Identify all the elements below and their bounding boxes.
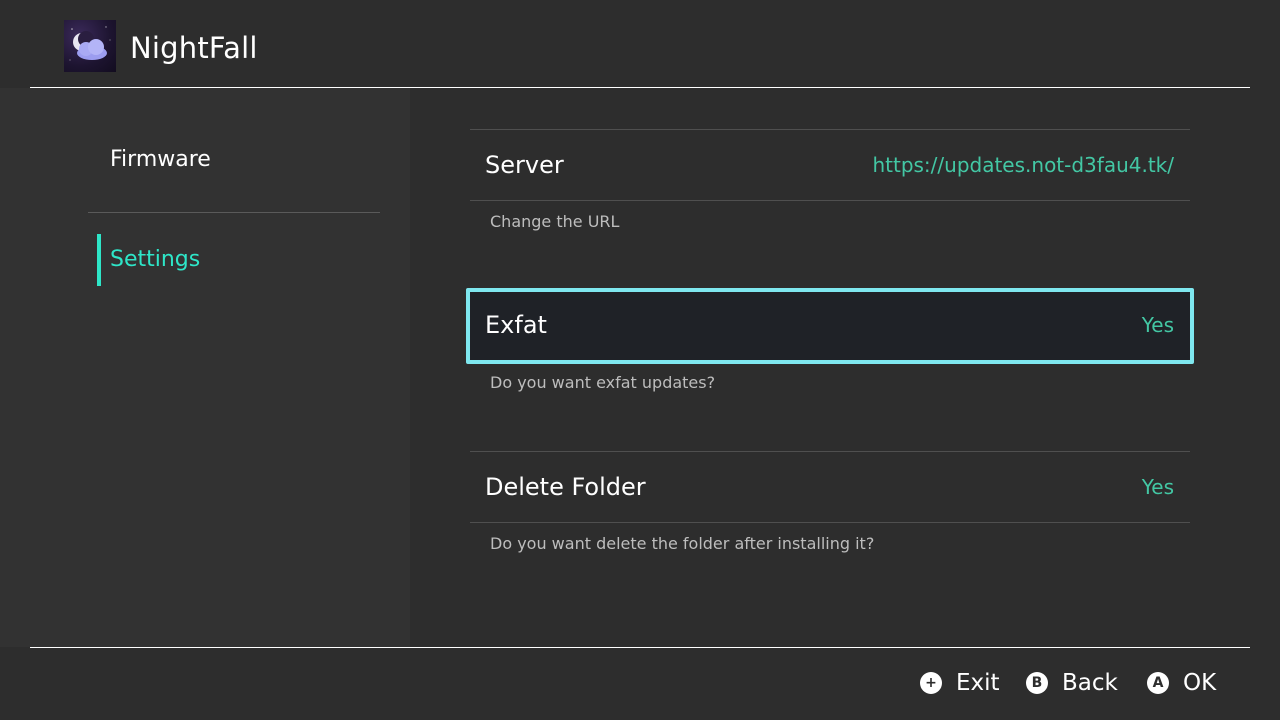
list-divider — [470, 200, 1190, 201]
setting-row-delete-folder[interactable]: Delete Folder Yes — [470, 452, 1190, 522]
a-button-icon: A — [1147, 672, 1169, 694]
settings-list: Server https://updates.not-d3fau4.tk/ Ch… — [410, 88, 1280, 647]
sidebar-item-firmware[interactable]: Firmware — [88, 134, 380, 186]
plus-button-icon: + — [920, 672, 942, 694]
b-button-icon: B — [1026, 672, 1048, 694]
sidebar-item-settings[interactable]: Settings — [88, 234, 380, 286]
hint-label: Back — [1062, 670, 1118, 696]
setting-title: Exfat — [485, 311, 547, 339]
app-window: NightFall Firmware Settings Server https… — [0, 0, 1280, 720]
selection-indicator — [97, 234, 101, 286]
setting-description: Do you want exfat updates? — [490, 373, 716, 392]
setting-value: Yes — [1141, 313, 1174, 337]
list-divider — [470, 522, 1190, 523]
hint-label: Exit — [956, 670, 1000, 696]
setting-title: Delete Folder — [485, 473, 646, 501]
setting-row-server[interactable]: Server https://updates.not-d3fau4.tk/ — [470, 130, 1190, 200]
setting-value: https://updates.not-d3fau4.tk/ — [872, 153, 1174, 177]
footer: + Exit B Back A OK — [0, 648, 1280, 720]
hint-label: OK — [1183, 670, 1217, 696]
header: NightFall — [0, 0, 1280, 88]
setting-description: Change the URL — [490, 212, 620, 231]
app-title: NightFall — [130, 31, 258, 65]
moon-cloud-icon — [64, 20, 116, 72]
sidebar: Firmware Settings — [0, 88, 410, 647]
setting-description: Do you want delete the folder after inst… — [490, 534, 875, 553]
sidebar-divider — [88, 212, 380, 213]
sidebar-item-label: Settings — [110, 247, 201, 272]
sidebar-item-label: Firmware — [110, 147, 211, 172]
setting-row-exfat[interactable]: Exfat Yes — [466, 288, 1194, 364]
setting-title: Server — [485, 151, 564, 179]
setting-value: Yes — [1141, 475, 1174, 499]
